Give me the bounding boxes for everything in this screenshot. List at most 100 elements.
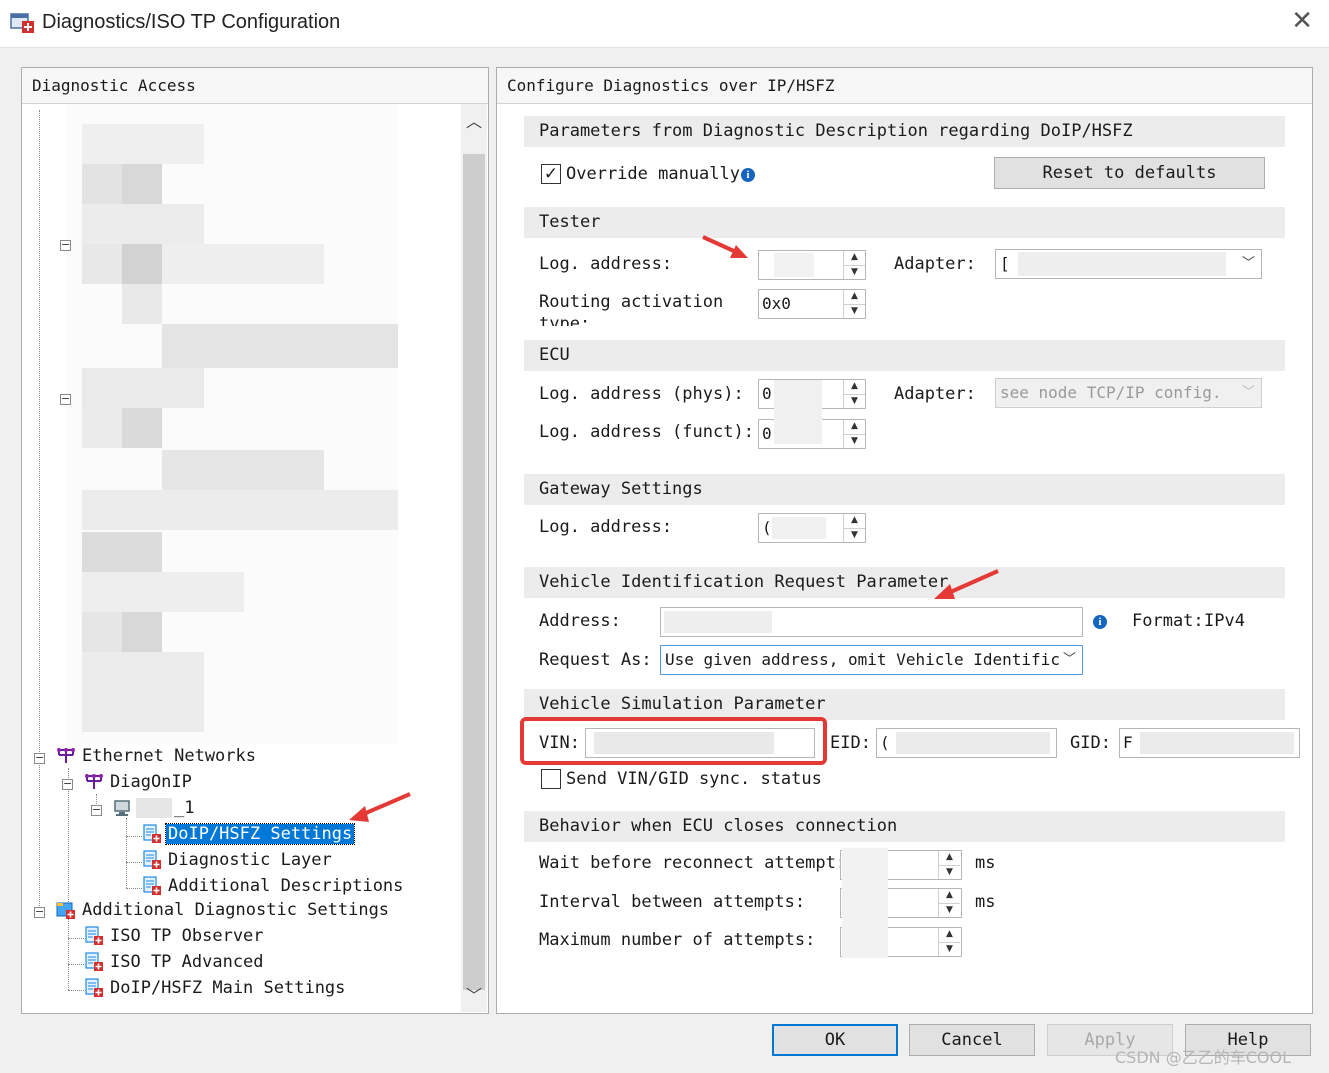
tree-item-doip-hsfz-main-settings[interactable]: DoIP/HSFZ Main Settings [84, 978, 347, 1002]
tree-item-label: Additional Diagnostic Settings [82, 900, 390, 920]
settings-doc-icon [143, 824, 161, 843]
eid-label: EID: [830, 733, 871, 753]
wait-before-reconnect-label: Wait before reconnect attempt: [539, 853, 847, 873]
redacted-block [82, 572, 244, 612]
redacted-block [162, 244, 324, 284]
tree-line [68, 938, 84, 939]
interval-between-attempts-label: Interval between attempts: [539, 892, 806, 912]
maximum-attempts-label: Maximum number of attempts: [539, 930, 816, 950]
wait-before-reconnect-spinner[interactable]: ▲ ▼ [938, 851, 960, 879]
redacted-block [82, 612, 122, 652]
settings-doc-icon [143, 850, 161, 869]
section-title: Vehicle Simulation Parameter [539, 694, 826, 714]
tree-item-label: DoIP/HSFZ Settings [164, 823, 356, 845]
info-icon[interactable]: i [741, 168, 755, 182]
scroll-up-icon[interactable]: ︿ [461, 108, 487, 138]
section-title: Parameters from Diagnostic Description r… [539, 121, 1133, 141]
redacted-block [122, 284, 162, 324]
close-icon[interactable]: ✕ [1291, 6, 1313, 36]
node-collapse-toggle[interactable]: − [91, 804, 102, 816]
request-as-select[interactable]: Use given address, omit Vehicle Identifi… [660, 645, 1083, 675]
redacted-value [842, 848, 888, 958]
ecu-phys-address-spinner[interactable]: ▲ ▼ [843, 380, 865, 408]
override-manually-checkbox[interactable]: ✓ [541, 164, 561, 184]
section-ecu: ECU [524, 340, 1285, 371]
tree-item-ethernet-networks[interactable]: Ethernet Networks [56, 746, 258, 770]
tree-item-label: Ethernet Networks [82, 746, 256, 766]
tree-item-doip-hsfz-settings[interactable]: DoIP/HSFZ Settings [142, 823, 356, 848]
redacted-block [82, 204, 204, 244]
ecu-adapter-select[interactable]: see node TCP/IP config. ﹀ [995, 378, 1262, 408]
collapse-toggle[interactable]: − [60, 393, 71, 405]
maximum-attempts-spinner[interactable]: ▲ ▼ [938, 928, 960, 956]
redacted-block [122, 244, 162, 284]
redacted-block [122, 612, 162, 652]
network-icon [85, 774, 103, 789]
redacted-value [774, 253, 814, 277]
tree-line [68, 964, 84, 965]
tree-line [39, 110, 40, 910]
tree-line [126, 862, 142, 863]
tree-scrollbar[interactable]: ︿ ﹀ [461, 104, 487, 1012]
gid-label: GID: [1070, 733, 1111, 753]
routing-activation-spinner[interactable]: ▲ ▼ [843, 290, 865, 318]
computer-icon [114, 800, 130, 816]
chevron-down-icon: ﹀ [1059, 646, 1076, 674]
interval-between-attempts-spinner[interactable]: ▲ ▼ [938, 889, 960, 917]
ethernet-networks-collapse-toggle[interactable]: − [34, 752, 45, 764]
ecu-phys-address-label: Log. address (phys): [539, 384, 744, 404]
info-icon[interactable]: i [1093, 615, 1107, 629]
additional-settings-collapse-toggle[interactable]: − [34, 906, 45, 918]
tree-item-label: _1 [174, 798, 195, 818]
ecu-adapter-value: see node TCP/IP config. [1000, 383, 1222, 402]
ecu-funct-address-label: Log. address (funct): [539, 422, 754, 442]
scroll-thumb[interactable] [463, 154, 485, 990]
redacted-block [82, 490, 398, 530]
diagnostic-access-title: Diagnostic Access [32, 76, 196, 95]
tree-item-additional-descriptions[interactable]: Additional Descriptions [142, 876, 405, 900]
watermark-text: CSDN @乙乙的车COOL [1115, 1048, 1291, 1067]
annotation-arrow [349, 792, 411, 822]
redacted-block [82, 532, 162, 572]
settings-folder-icon [56, 902, 75, 919]
section-tester: Tester [524, 207, 1285, 238]
gateway-log-address-label: Log. address: [539, 517, 673, 537]
annotation-arrow [702, 235, 748, 258]
tree-item-label: Diagnostic Layer [168, 850, 332, 870]
tree-item-label: DoIP/HSFZ Main Settings [110, 978, 346, 998]
tree-item-iso-tp-observer[interactable]: ISO TP Observer [84, 926, 266, 950]
tree-item-node[interactable]: _1 [112, 798, 196, 822]
routing-activation-label-clip: type: [539, 314, 639, 326]
section-gateway-settings: Gateway Settings [524, 474, 1285, 505]
vehicle-address-label: Address: [539, 611, 621, 631]
tree-item-iso-tp-advanced[interactable]: ISO TP Advanced [84, 952, 266, 976]
redacted-node-name [136, 798, 172, 818]
tree-item-diagonip[interactable]: DiagOnIP [84, 772, 194, 796]
tree-line [126, 836, 142, 837]
gateway-log-address-spinner[interactable]: ▲ ▼ [843, 514, 865, 542]
redacted-value [896, 732, 1050, 754]
redacted-value [772, 517, 826, 539]
collapse-toggle[interactable]: − [60, 239, 71, 251]
cancel-button[interactable]: Cancel [909, 1024, 1035, 1056]
diagonip-collapse-toggle[interactable]: − [62, 778, 73, 790]
redacted-block [82, 164, 122, 204]
network-icon [57, 748, 75, 763]
redacted-value [1018, 252, 1226, 276]
tree-item-diagnostic-layer[interactable]: Diagnostic Layer [142, 850, 334, 874]
tree-item-additional-diagnostic-settings[interactable]: Additional Diagnostic Settings [56, 900, 391, 924]
ok-button[interactable]: OK [772, 1024, 898, 1056]
reset-to-defaults-button[interactable]: Reset to defaults [994, 157, 1265, 189]
scroll-down-icon[interactable]: ﹀ [461, 982, 487, 1012]
section-parameters: Parameters from Diagnostic Description r… [524, 116, 1285, 147]
settings-doc-icon [85, 926, 103, 945]
settings-doc-icon [85, 978, 103, 997]
tester-log-address-spinner[interactable]: ▲ ▼ [843, 251, 865, 279]
section-title: Behavior when ECU closes connection [539, 816, 898, 836]
send-vin-gid-sync-checkbox[interactable] [541, 769, 561, 789]
override-manually-label: Override manually [566, 164, 740, 184]
routing-activation-label-line2: type: [539, 314, 591, 326]
vin-highlight-box [520, 717, 827, 765]
chevron-down-icon: ﹀ [1241, 256, 1255, 271]
ecu-funct-address-spinner[interactable]: ▲ ▼ [843, 420, 865, 448]
